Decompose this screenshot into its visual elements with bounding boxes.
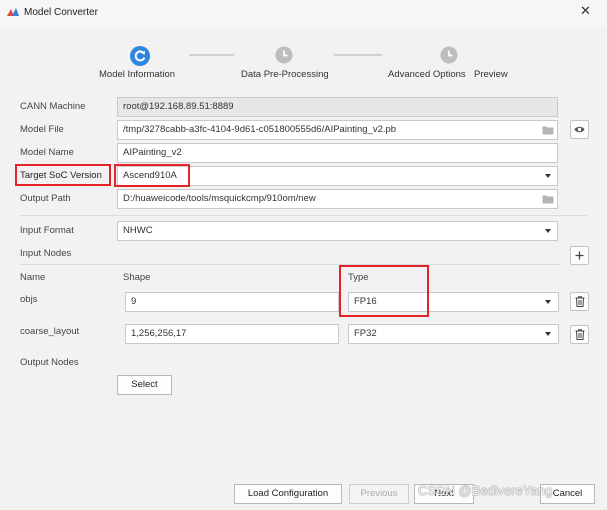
folder-icon[interactable]	[542, 125, 554, 135]
step-1-label: Model Information	[99, 69, 176, 80]
step-2-clock-icon	[275, 46, 293, 64]
node-name: objs	[20, 294, 38, 305]
delete-node-button[interactable]	[570, 325, 589, 344]
previous-button[interactable]: Previous	[349, 484, 409, 504]
output-nodes-label: Output Nodes	[20, 357, 79, 368]
folder-icon[interactable]	[542, 194, 554, 204]
type-select[interactable]: FP32	[348, 324, 559, 344]
output-path-input[interactable]: D:/huaweicode/tools/msquickcmp/910om/new	[117, 189, 558, 209]
input-format-select[interactable]: NHWC	[117, 221, 558, 241]
trash-icon	[575, 329, 585, 340]
step-1-refresh-icon	[130, 46, 150, 66]
select-output-nodes-button[interactable]: Select	[117, 375, 172, 395]
cann-machine-field: root@192.168.89.51:8889	[117, 97, 558, 117]
model-name-label: Model Name	[20, 147, 74, 158]
app-logo-icon	[7, 8, 19, 16]
highlight-box	[114, 164, 190, 187]
close-icon[interactable]: ✕	[580, 3, 591, 19]
shape-input[interactable]: 1,256,256,17	[125, 324, 339, 344]
name-column-header: Name	[20, 272, 46, 283]
divider	[20, 215, 587, 216]
output-path-label: Output Path	[20, 193, 71, 204]
chevron-down-icon	[545, 174, 551, 178]
eye-icon	[574, 126, 585, 133]
highlight-box	[339, 265, 429, 317]
step-connector	[189, 54, 234, 56]
chevron-down-icon	[545, 300, 551, 304]
model-file-label: Model File	[20, 124, 64, 135]
shape-column-header: Shape	[123, 272, 151, 283]
trash-icon	[575, 296, 585, 307]
cann-machine-label: CANN Machine	[20, 101, 86, 112]
step-3-clock-icon	[440, 46, 458, 64]
add-input-node-button[interactable]	[570, 246, 589, 265]
step-4-label: Preview	[474, 69, 508, 80]
chevron-down-icon	[545, 332, 551, 336]
input-format-label: Input Format	[20, 225, 74, 236]
shape-input[interactable]: 9	[125, 292, 339, 312]
window-title: Model Converter	[24, 7, 98, 18]
model-file-input[interactable]: /tmp/3278cabb-a3fc-4104-9d61-c051800555d…	[117, 120, 558, 140]
input-nodes-label: Input Nodes	[20, 248, 72, 259]
divider	[20, 264, 560, 265]
watermark: CSDN @BedivereYang	[418, 483, 553, 498]
highlight-box	[15, 164, 111, 186]
load-configuration-button[interactable]: Load Configuration	[234, 484, 342, 504]
step-connector	[334, 54, 382, 56]
model-name-input[interactable]: AIPainting_v2	[117, 143, 558, 163]
step-2-label: Data Pre-Processing	[241, 69, 329, 80]
delete-node-button[interactable]	[570, 292, 589, 311]
chevron-down-icon	[545, 229, 551, 233]
preview-model-button[interactable]	[570, 120, 589, 139]
node-name: coarse_layout	[20, 326, 80, 337]
plus-icon	[575, 251, 584, 260]
step-3-label: Advanced Options	[388, 69, 466, 80]
